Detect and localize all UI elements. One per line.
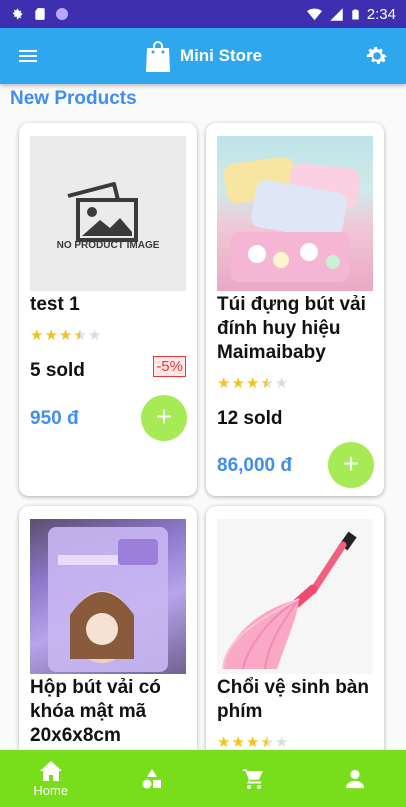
rating-stars: ★ ★ ★ ★ ★	[217, 734, 289, 751]
settings-icon	[12, 8, 23, 20]
nav-label-home: Home	[33, 782, 69, 798]
discount-badge: -5%	[153, 356, 186, 377]
product-card[interactable]: Túi đựng bút vải đính huy hiệu Maimaibab…	[206, 123, 384, 496]
brand: Mini Store	[144, 39, 262, 73]
star-full-icon: ★	[44, 327, 58, 344]
battery-icon	[352, 8, 359, 20]
status-bar: 2:34	[0, 0, 406, 28]
sd-card-icon	[35, 8, 45, 20]
nav-item-account[interactable]	[315, 768, 395, 790]
rating-stars: ★ ★ ★ ★ ★	[30, 328, 101, 344]
pencil-box-photo	[48, 527, 168, 672]
product-image-placeholder: NO PRODUCT IMAGE	[30, 136, 186, 291]
star-full-icon: ★	[217, 375, 231, 392]
product-name[interactable]: Chổi vệ sinh bàn phím	[217, 676, 377, 724]
product-name[interactable]: Túi đựng bút vải đính huy hiệu Maimaibab…	[217, 293, 377, 365]
add-to-cart-button[interactable]: +	[141, 395, 187, 441]
star-full-icon: ★	[245, 375, 260, 392]
product-image	[217, 519, 373, 674]
home-icon	[39, 760, 62, 781]
star-half-icon: ★	[260, 375, 274, 392]
wifi-icon	[306, 8, 322, 20]
product-price: 86,000 đ	[217, 455, 292, 476]
section-title: New Products	[10, 88, 137, 109]
star-full-icon: ★	[30, 327, 44, 344]
sold-count: 5 sold	[30, 360, 85, 381]
product-card[interactable]: Chổi vệ sinh bàn phím ★ ★ ★ ★ ★	[206, 506, 384, 750]
pencil-case-photo	[223, 156, 360, 282]
status-time: 2:34	[366, 5, 396, 23]
image-placeholder-icon	[67, 182, 138, 242]
nav-item-categories[interactable]	[112, 767, 192, 791]
product-image	[217, 136, 373, 291]
star-half-icon: ★	[260, 734, 274, 751]
product-name[interactable]: test 1	[30, 293, 190, 317]
product-card[interactable]: NO PRODUCT IMAGE test 1 ★ ★ ★ ★ ★ 5 sold…	[19, 123, 197, 496]
star-full-icon: ★	[231, 375, 245, 392]
placeholder-text: NO PRODUCT IMAGE	[56, 240, 160, 251]
product-price: 950 đ	[30, 408, 79, 429]
star-empty-icon: ★	[274, 375, 289, 392]
bottom-nav: Home	[0, 750, 406, 807]
star-full-icon: ★	[245, 734, 260, 751]
product-card[interactable]: Hộp bút vải có khóa mật mã 20x6x8cm	[19, 506, 197, 750]
app-bar: Mini Store	[0, 28, 406, 84]
app-title: Mini Store	[179, 46, 263, 65]
star-full-icon: ★	[231, 734, 245, 751]
menu-icon[interactable]	[16, 44, 40, 68]
notification-dot-icon	[56, 8, 68, 20]
rating-stars: ★ ★ ★ ★ ★	[217, 376, 288, 392]
nav-item-home[interactable]: Home	[11, 760, 91, 798]
product-grid: NO PRODUCT IMAGE test 1 ★ ★ ★ ★ ★ 5 sold…	[0, 120, 406, 750]
add-to-cart-button[interactable]: +	[328, 442, 374, 488]
categories-icon	[142, 768, 162, 788]
cart-icon	[242, 768, 263, 789]
keyboard-brush-photo	[222, 531, 357, 670]
product-image	[30, 519, 186, 674]
gear-icon[interactable]	[364, 43, 390, 69]
star-full-icon: ★	[217, 734, 231, 751]
account-icon	[346, 769, 365, 788]
star-half-icon: ★	[73, 327, 87, 344]
nav-item-cart[interactable]	[214, 767, 294, 791]
signal-icon	[330, 7, 343, 21]
star-full-icon: ★	[58, 327, 73, 344]
star-empty-icon: ★	[87, 327, 102, 344]
sold-count: 12 sold	[217, 408, 283, 429]
product-name[interactable]: Hộp bút vải có khóa mật mã 20x6x8cm	[30, 676, 190, 748]
star-empty-icon: ★	[274, 734, 289, 751]
shopping-bag-icon	[145, 41, 170, 72]
